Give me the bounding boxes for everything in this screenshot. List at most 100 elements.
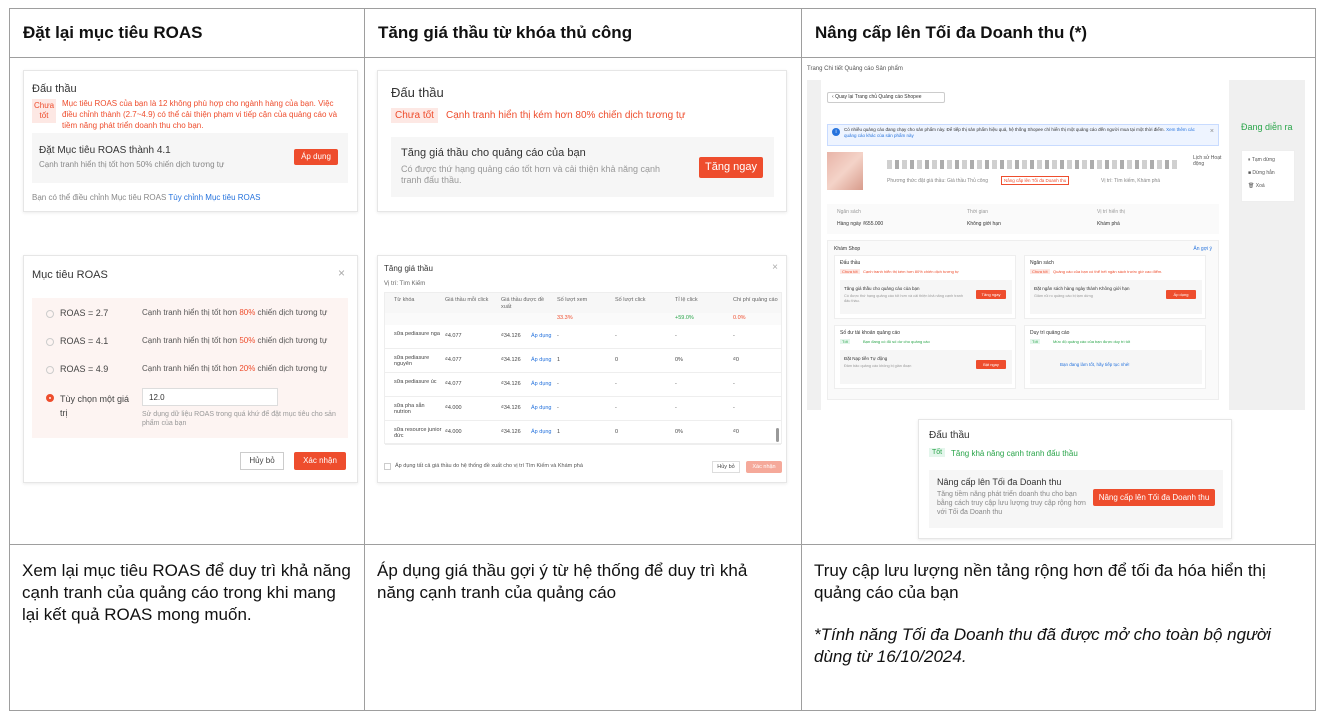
cancel-button[interactable]: Hủy bỏ	[712, 461, 740, 473]
suggestion-panel: Số dư tài khoản quảng cáo Tốt Bạn đang có …	[834, 325, 1016, 389]
customize-roas-link[interactable]: Tùy chỉnh Mục tiêu ROAS	[168, 193, 260, 202]
apply-link[interactable]: Áp dụng	[531, 333, 552, 339]
status-label: Đang diễn ra	[1241, 122, 1293, 132]
apply-button[interactable]: Áp dụng	[294, 149, 338, 165]
apply-link[interactable]: Áp dụng	[531, 357, 552, 363]
roas-bidding-card: Đấu thầu Chưa tốt Mục tiêu ROAS của bạn …	[23, 70, 358, 212]
table-cell: -	[733, 333, 735, 339]
th: Số lượt click	[615, 297, 646, 303]
apply-all-label: Áp dụng tất cả giá thầu do hệ thống đề x…	[395, 463, 583, 469]
panel-title: Ngân sách	[1030, 260, 1054, 266]
radio-roas-2-7[interactable]	[46, 310, 54, 318]
panel-suggestion: Đặt ngân sách hàng ngày thành Không giới…	[1030, 280, 1202, 314]
history-link[interactable]: Lịch sử Hoạt động	[1193, 155, 1223, 167]
close-icon[interactable]: ×	[338, 266, 345, 280]
suggestion-subtitle: Tăng tiềm năng phát triển doanh thu cho …	[937, 491, 1086, 516]
delete-action[interactable]: 🗑 Xoá	[1248, 180, 1288, 193]
apply-link[interactable]: Áp dụng	[531, 381, 552, 387]
table-cell: 1	[557, 357, 561, 363]
panel-sub-title: Đặt Nạp tiền Tự động	[844, 356, 888, 361]
panel-sub-desc: Có được thứ hạng quảng cáo tốt hơn và cả…	[844, 294, 963, 303]
table-cell: ₫0	[733, 429, 739, 435]
close-icon[interactable]: ×	[1210, 128, 1214, 135]
table-cell: 1	[557, 429, 561, 435]
bid-bidding-card: Đấu thầu Chưa tốt Cạnh tranh hiển thị ké…	[377, 70, 787, 212]
info-text: Có nhiều quảng cáo đang chạy cho sản phẩ…	[844, 127, 1204, 139]
upgrade-warning[interactable]: Nâng cấp lên Tối đa Doanh thu	[1001, 176, 1070, 185]
product-name-blurred	[887, 156, 1177, 174]
option-desc: Cạnh tranh hiển thị tốt hơn 50% chiến dị…	[142, 336, 327, 345]
table-header: Từ khóa Giá thầu mỗi click Giá thầu được…	[385, 293, 781, 313]
desc-text: chiến dịch tương tự	[255, 308, 328, 317]
panel-suggestion: Bạn đang làm tốt, hãy tiếp tục nhé!	[1030, 350, 1202, 384]
table-cell: ₫34.126	[501, 333, 521, 339]
confirm-button[interactable]: Xác nhận	[294, 452, 346, 470]
column-description-bid: Áp dụng giá thầu gợi ý từ hệ thống để du…	[365, 560, 801, 604]
stop-action[interactable]: ■ Dừng hẳn	[1248, 167, 1288, 180]
suggestion-box: Đặt Mục tiêu ROAS thành 4.1 Cạnh tranh h…	[32, 133, 348, 183]
panel-action-button[interactable]: Bật ngay	[976, 360, 1006, 369]
desc-text: chiến dịch tương tự	[255, 336, 328, 345]
cancel-button[interactable]: Hủy bỏ	[240, 452, 284, 470]
upgrade-gmv-button[interactable]: Nâng cấp lên Tối đa Doanh thu	[1093, 489, 1215, 506]
radio-custom[interactable]	[46, 394, 54, 402]
panel-action-button[interactable]: Tăng ngay	[976, 290, 1006, 299]
apply-link[interactable]: Áp dụng	[531, 429, 552, 435]
action-label: Dừng hẳn	[1252, 170, 1275, 176]
action-menu: ⏸ Tạm dừng ■ Dừng hẳn 🗑 Xoá	[1241, 150, 1295, 202]
page-title: Trang Chi tiết Quảng cáo Sản phẩm	[807, 66, 903, 72]
scrollbar[interactable]	[776, 428, 779, 442]
suggestion-panel: Duy trì quảng cáo Tốt Mức độ quảng cáo của…	[1024, 325, 1206, 389]
footer-text: Bạn có thể điều chỉnh Mục tiêu ROAS	[32, 193, 169, 202]
th: Số lượt xem	[557, 297, 588, 303]
panel-action-button[interactable]: Áp dụng	[1166, 290, 1196, 299]
column-description-roas: Xem lại mục tiêu ROAS để duy trì khả năn…	[10, 560, 364, 626]
panel-suggestion: Tăng giá thầu cho quảng cáo của bạn Có đư…	[840, 280, 1012, 314]
confirm-button[interactable]: Xác nhận	[746, 461, 782, 473]
panel-sub-title: Bạn đang làm tốt, hãy tiếp tục nhé!	[1060, 362, 1130, 367]
bid-method: Phương thức đặt giá thầu: Giá thầu Thủ c…	[887, 178, 989, 184]
table-cell: -	[557, 381, 559, 387]
warning-text: Mục tiêu ROAS của bạn là 12 không phù hợ…	[62, 99, 338, 130]
table-subrow: 33.3% +59.0% 0.0%	[385, 313, 781, 325]
back-button[interactable]: ‹ Quay lại Trang chủ Quảng cáo Shopee	[827, 92, 945, 103]
panel-tag: Tốt	[1030, 339, 1040, 344]
back-label: Quay lại Trang chủ Quảng cáo Shopee	[835, 94, 922, 100]
radio-roas-4-9[interactable]	[46, 366, 54, 374]
table-cell: sữa pediasure nga	[394, 331, 440, 337]
status-badge: Chưa tốt	[32, 99, 56, 123]
info-body: Có nhiều quảng cáo đang chạy cho sản phẩ…	[844, 127, 1165, 132]
apply-all-checkbox[interactable]	[384, 463, 391, 470]
panel-tag: Chưa tốt	[840, 269, 860, 274]
panel-sub-title: Tăng giá thầu cho quảng cáo của bạn	[844, 286, 920, 291]
footnote: *Tính năng Tối đa Doanh thu đã được mở c…	[814, 625, 1271, 666]
modal-title: Tăng giá thầu	[384, 264, 433, 273]
table-cell: ₫4.000	[445, 429, 462, 435]
option-label: ROAS = 2.7	[60, 308, 109, 318]
th: Từ khóa	[394, 297, 415, 303]
radio-roas-4-1[interactable]	[46, 338, 54, 346]
option-desc: Cạnh tranh hiển thị tốt hơn 20% chiến dị…	[142, 364, 327, 373]
boost-now-button[interactable]: Tăng ngay	[699, 157, 763, 178]
table-cell: -	[615, 405, 617, 411]
desc-pct: 50%	[239, 336, 256, 345]
table-cell: 0	[615, 357, 619, 363]
panel-title: Duy trì quảng cáo	[1030, 330, 1070, 336]
table-cell: ₫4.077	[445, 381, 462, 387]
footer-note: Bạn có thể điều chỉnh Mục tiêu ROAS Tùy …	[32, 193, 260, 202]
pause-action[interactable]: ⏸ Tạm dừng	[1248, 154, 1288, 167]
panel-sub-title: Đặt ngân sách hàng ngày thành Không giới…	[1034, 286, 1130, 291]
custom-roas-input[interactable]: 12.0	[142, 388, 278, 406]
option-label: ROAS = 4.1	[60, 336, 109, 346]
panel-title: Số dư tài khoản quảng cáo	[840, 330, 901, 336]
table-cell: 0%	[675, 357, 683, 363]
desc-pct: 80%	[239, 308, 256, 317]
panel-status: Bạn đang có đủ số dư cho quảng cáo	[863, 339, 930, 344]
close-icon[interactable]: ×	[772, 262, 778, 273]
td: 0.0%	[733, 315, 746, 321]
table-cell: ₫34.126	[501, 357, 521, 363]
explore-title: Khám Shop	[834, 246, 861, 252]
collapse-link[interactable]: Ẩn gợi ý	[1193, 246, 1212, 252]
apply-link[interactable]: Áp dụng	[531, 405, 552, 411]
placement-meta: Vị trí: Tìm kiếm, Khám phá	[1101, 178, 1161, 184]
